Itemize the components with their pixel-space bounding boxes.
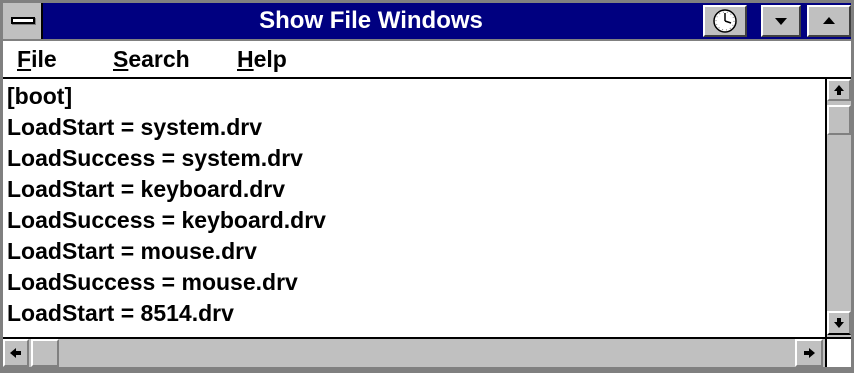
maximize-button[interactable] — [807, 5, 851, 37]
vertical-scrollbar[interactable] — [825, 79, 851, 337]
file-line: LoadSuccess = system.drv — [7, 145, 303, 171]
maximize-arrow-icon — [823, 17, 835, 24]
file-lines: [boot] LoadStart = system.drv LoadSucces… — [7, 81, 326, 329]
system-menu-icon — [11, 17, 35, 24]
scroll-down-arrow-icon — [834, 318, 844, 328]
vertical-scroll-thumb[interactable] — [827, 105, 851, 135]
minimize-button[interactable] — [761, 5, 801, 37]
file-line: LoadStart = keyboard.drv — [7, 176, 285, 202]
file-line: LoadSuccess = mouse.drv — [7, 269, 298, 295]
menu-file[interactable]: File — [17, 41, 57, 77]
menu-help-label: elp — [253, 46, 287, 72]
file-line: [boot] — [7, 83, 73, 109]
scroll-up-arrow-icon — [834, 85, 844, 95]
clock-button[interactable] — [703, 5, 747, 37]
title-bar[interactable]: Show File Windows — [3, 3, 851, 39]
file-content-view[interactable]: [boot] LoadStart = system.drv LoadSucces… — [3, 79, 825, 337]
app-window: Show File Windows File Search Help [boot… — [0, 0, 854, 373]
scroll-left-arrow-icon — [10, 348, 21, 358]
menu-file-accel: F — [17, 46, 32, 72]
clock-icon — [713, 9, 737, 33]
scroll-right-button[interactable] — [795, 339, 823, 367]
window-title: Show File Windows — [259, 7, 483, 34]
menu-bar: File Search Help — [3, 41, 851, 79]
scroll-up-button[interactable] — [827, 79, 851, 101]
file-line: LoadStart = mouse.drv — [7, 238, 257, 264]
scroll-right-arrow-icon — [804, 348, 815, 358]
file-line: LoadStart = system.drv — [7, 114, 263, 140]
file-line: LoadStart = 8514.drv — [7, 300, 234, 326]
menu-search-label: earch — [128, 46, 190, 72]
menu-file-label: ile — [31, 46, 57, 72]
menu-help[interactable]: Help — [237, 41, 287, 77]
menu-search[interactable]: Search — [113, 41, 190, 77]
minimize-arrow-icon — [775, 18, 787, 25]
horizontal-scrollbar[interactable] — [3, 337, 825, 367]
file-line: LoadSuccess = keyboard.drv — [7, 207, 326, 233]
system-menu-button[interactable] — [3, 3, 43, 39]
menu-search-accel: S — [113, 46, 129, 72]
menu-help-accel: H — [237, 46, 254, 72]
scrollbar-corner — [825, 337, 851, 367]
scroll-down-button[interactable] — [827, 311, 851, 335]
horizontal-scroll-thumb[interactable] — [31, 339, 59, 367]
scroll-left-button[interactable] — [3, 339, 29, 367]
